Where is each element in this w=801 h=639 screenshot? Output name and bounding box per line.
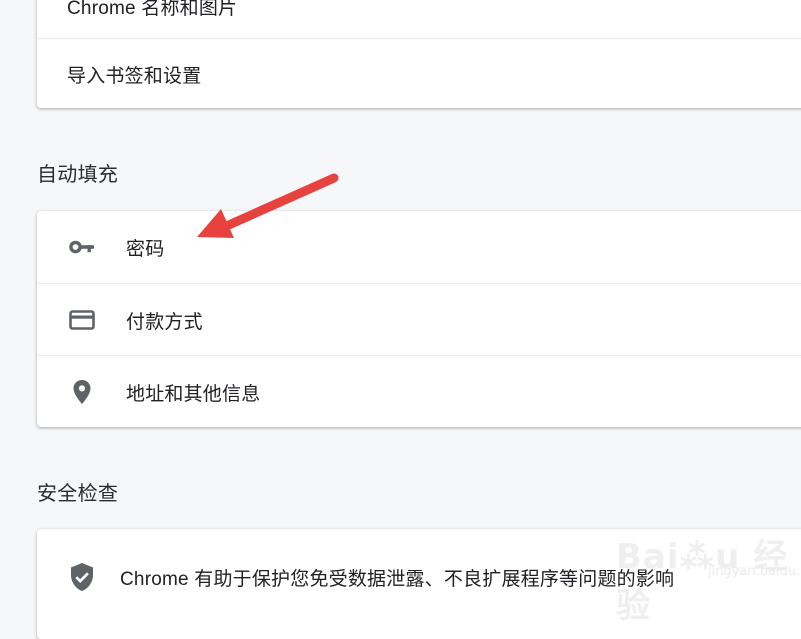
- menu-item-label: 付款方式: [126, 311, 203, 333]
- menu-item-addresses[interactable]: 地址和其他信息: [37, 355, 801, 428]
- autofill-card: 密码 付款方式 地址和其他信息: [37, 211, 801, 427]
- menu-item-chrome-name-and-picture[interactable]: Chrome 名称和图片: [37, 0, 801, 38]
- key-icon: [68, 233, 96, 261]
- safety-check-description: Chrome 有助于保护您免受数据泄露、不良扩展程序等问题的影响: [120, 568, 675, 590]
- menu-item-import-bookmarks[interactable]: 导入书签和设置: [37, 38, 801, 109]
- appearance-card: Chrome 名称和图片 导入书签和设置: [37, 0, 801, 108]
- menu-item-label: 导入书签和设置: [67, 65, 202, 87]
- watermark-url: jingyan.baidu.com: [708, 564, 801, 579]
- section-title-autofill: 自动填充: [37, 164, 119, 186]
- menu-item-label: 地址和其他信息: [126, 383, 261, 405]
- location-pin-icon: [68, 378, 96, 406]
- watermark-logo: Bai⁂u 经验 jingyan.baidu.com: [616, 515, 801, 626]
- menu-item-label: Chrome 名称和图片: [67, 0, 238, 19]
- shield-check-icon: [68, 563, 96, 591]
- menu-item-label: 密码: [126, 238, 165, 260]
- section-title-safety-check: 安全检查: [37, 483, 119, 505]
- menu-item-passwords[interactable]: 密码: [37, 211, 801, 283]
- credit-card-icon: [68, 306, 96, 334]
- menu-item-payment-methods[interactable]: 付款方式: [37, 283, 801, 356]
